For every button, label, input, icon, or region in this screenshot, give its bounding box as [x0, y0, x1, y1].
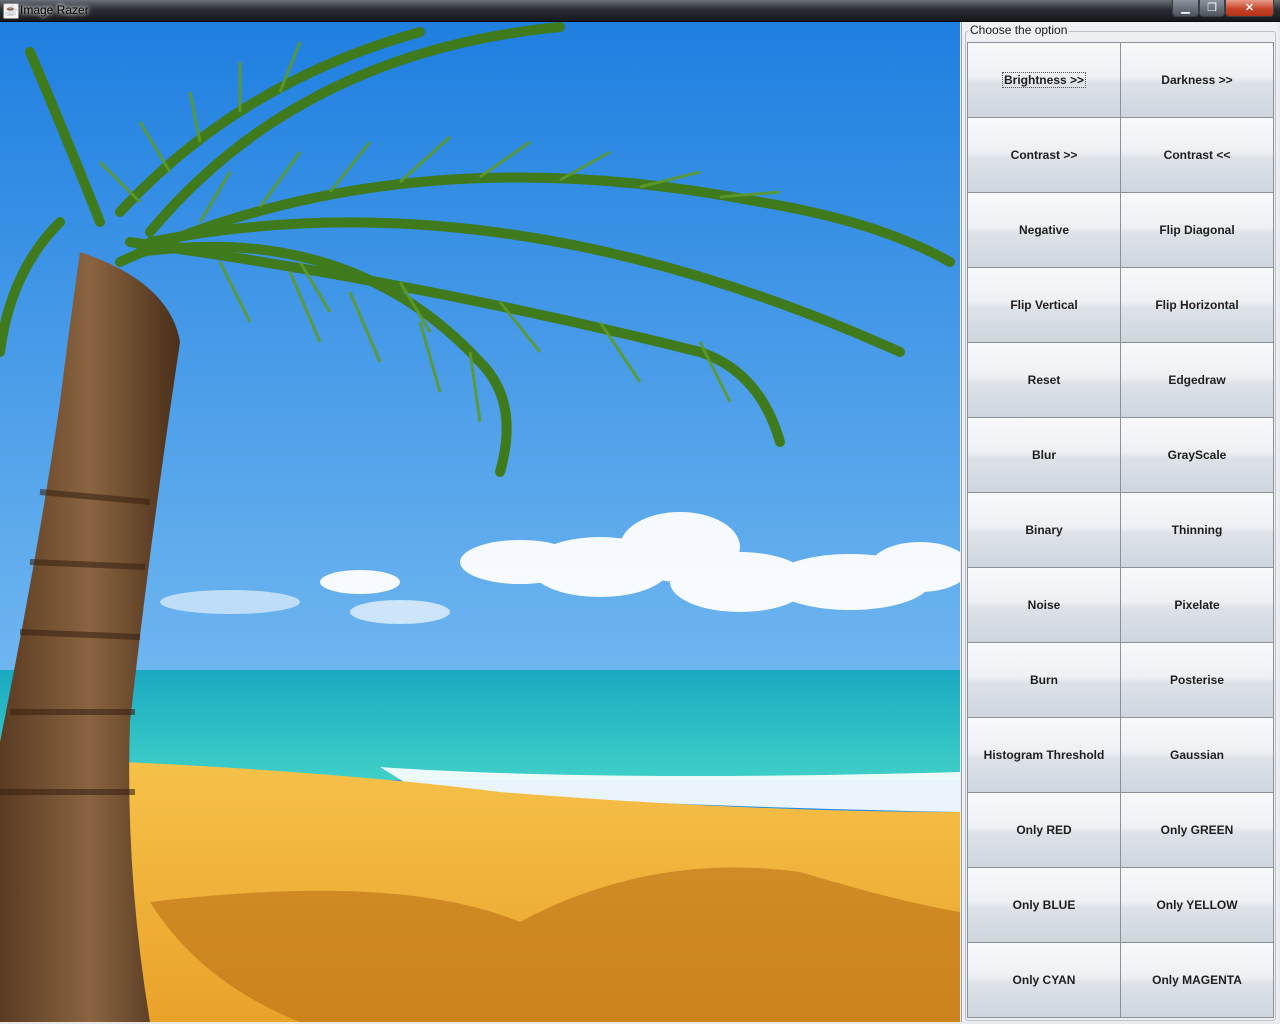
minimize-button[interactable]: ▁ [1172, 0, 1199, 17]
option-button-label: Noise [1027, 598, 1061, 612]
option-button-label: Darkness >> [1161, 73, 1233, 87]
option-button-label: Contrast >> [1010, 148, 1078, 162]
option-button-label: Edgedraw [1168, 373, 1226, 387]
close-icon: ✕ [1244, 2, 1255, 14]
window-title: Image Razer [20, 3, 89, 17]
option-button-label: GrayScale [1167, 448, 1227, 462]
option-button-blur[interactable]: Blur [967, 417, 1121, 493]
maximize-button[interactable]: ❐ [1199, 0, 1225, 17]
option-button-only-magenta[interactable]: Only MAGENTA [1120, 942, 1274, 1018]
option-button-label: Only MAGENTA [1152, 973, 1242, 987]
beach-palm-image [0, 22, 960, 1022]
option-button-label: Only YELLOW [1156, 898, 1238, 912]
option-button-label: Negative [1018, 223, 1070, 237]
option-button-flip-horizontal[interactable]: Flip Horizontal [1120, 267, 1274, 343]
image-canvas[interactable] [0, 22, 960, 1022]
option-button-pixelate[interactable]: Pixelate [1120, 567, 1274, 643]
option-button-flip-diagonal[interactable]: Flip Diagonal [1120, 192, 1274, 268]
option-button-label: Flip Vertical [1010, 298, 1078, 312]
option-button-binary[interactable]: Binary [967, 492, 1121, 568]
option-button-thinning[interactable]: Thinning [1120, 492, 1274, 568]
options-panel: Choose the option Brightness >> Darkness … [961, 22, 1278, 1022]
option-button-label: Burn [1030, 673, 1058, 687]
option-button-contrast[interactable]: Contrast << [1120, 117, 1274, 193]
option-button-edgedraw[interactable]: Edgedraw [1120, 342, 1274, 418]
option-button-only-green[interactable]: Only GREEN [1120, 792, 1274, 868]
option-button-label: Only CYAN [1012, 973, 1076, 987]
option-button-label: Gaussian [1169, 748, 1225, 762]
close-button[interactable]: ✕ [1225, 0, 1274, 17]
option-button-only-yellow[interactable]: Only YELLOW [1120, 867, 1274, 943]
option-button-label: Posterise [1169, 673, 1225, 687]
option-button-label: Only BLUE [1012, 898, 1076, 912]
option-button-gaussian[interactable]: Gaussian [1120, 717, 1274, 793]
option-button-only-cyan[interactable]: Only CYAN [967, 942, 1121, 1018]
option-button-grayscale[interactable]: GrayScale [1120, 417, 1274, 493]
option-button-brightness[interactable]: Brightness >> [967, 42, 1121, 118]
option-button-label: Binary [1025, 523, 1063, 537]
option-button-label: Flip Diagonal [1159, 223, 1235, 237]
option-button-burn[interactable]: Burn [967, 642, 1121, 718]
option-button-negative[interactable]: Negative [967, 192, 1121, 268]
option-button-label: Blur [1032, 448, 1056, 462]
minimize-icon: ▁ [1181, 2, 1190, 14]
option-button-reset[interactable]: Reset [967, 342, 1121, 418]
option-button-label: Brightness >> [1001, 72, 1087, 88]
option-button-label: Reset [1027, 373, 1061, 387]
option-button-noise[interactable]: Noise [967, 567, 1121, 643]
option-button-label: Pixelate [1174, 598, 1220, 612]
option-button-label: Thinning [1171, 523, 1223, 537]
app-window: ☕ Image Razer ▁ ❐ ✕ Choose the option Br… [0, 0, 1280, 1024]
option-button-only-red[interactable]: Only RED [967, 792, 1121, 868]
options-group-title: Choose the option [968, 23, 1070, 37]
option-button-posterise[interactable]: Posterise [1120, 642, 1274, 718]
option-button-label: Contrast << [1163, 148, 1231, 162]
option-button-label: Flip Horizontal [1155, 298, 1239, 312]
java-cup-icon: ☕ [3, 3, 19, 19]
option-button-label: Only GREEN [1160, 823, 1234, 837]
title-bar[interactable]: ☕ Image Razer ▁ ❐ ✕ [0, 0, 1280, 22]
option-button-flip-vertical[interactable]: Flip Vertical [967, 267, 1121, 343]
option-button-darkness[interactable]: Darkness >> [1120, 42, 1274, 118]
options-grid: Brightness >> Darkness >> Contrast >> Contr… [967, 42, 1274, 1018]
option-button-label: Only RED [1016, 823, 1072, 837]
option-button-contrast[interactable]: Contrast >> [967, 117, 1121, 193]
option-button-only-blue[interactable]: Only BLUE [967, 867, 1121, 943]
option-button-histogram-threshold[interactable]: Histogram Threshold [967, 717, 1121, 793]
option-button-label: Histogram Threshold [983, 748, 1105, 762]
maximize-icon: ❐ [1207, 2, 1217, 14]
